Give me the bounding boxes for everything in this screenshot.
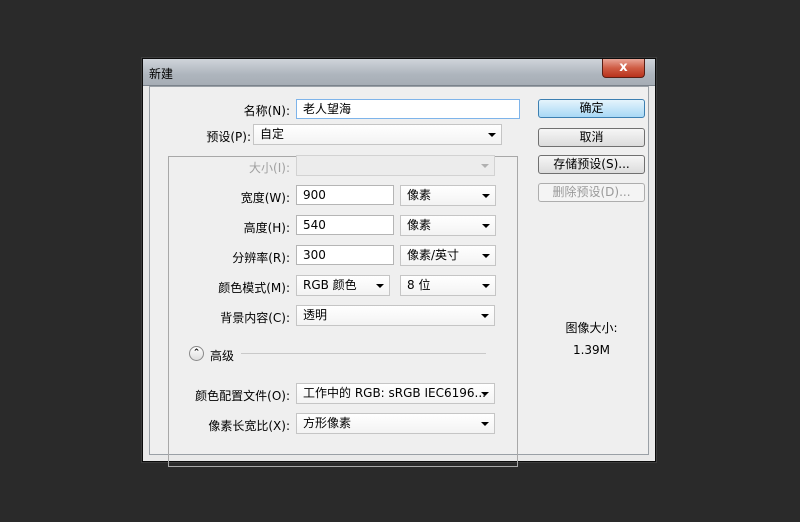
- bit-depth-select[interactable]: 8 位: [400, 275, 496, 296]
- ok-button[interactable]: 确定: [538, 99, 645, 118]
- resolution-label: 分辨率(R):: [232, 251, 290, 265]
- width-unit-select[interactable]: 像素: [400, 185, 496, 206]
- width-input[interactable]: 900: [296, 185, 394, 205]
- resolution-input[interactable]: 300: [296, 245, 394, 265]
- close-icon: x: [619, 60, 628, 75]
- width-label: 宽度(W):: [240, 191, 290, 205]
- bit-depth-value: 8 位: [407, 278, 431, 292]
- new-document-dialog: 新建 x 名称(N): 老人望海 预设(P): 自定 大小(I): 宽度(W):…: [142, 58, 656, 467]
- pixel-aspect-select[interactable]: 方形像素: [296, 413, 495, 434]
- title-bar[interactable]: 新建 x: [143, 59, 655, 86]
- height-unit-select[interactable]: 像素: [400, 215, 496, 236]
- background-select[interactable]: 透明: [296, 305, 495, 326]
- chevron-down-icon: [488, 133, 496, 137]
- color-profile-label: 颜色配置文件(O):: [195, 389, 290, 403]
- chevron-down-icon: [481, 314, 489, 318]
- pixel-aspect-value: 方形像素: [303, 416, 352, 430]
- cancel-button[interactable]: 取消: [538, 128, 645, 147]
- chevron-down-icon: [482, 224, 490, 228]
- color-mode-select[interactable]: RGB 颜色: [296, 275, 390, 296]
- preset-label: 预设(P):: [170, 128, 251, 145]
- pixel-aspect-label: 像素长宽比(X):: [208, 419, 290, 433]
- dialog-title: 新建: [149, 67, 174, 81]
- height-input[interactable]: 540: [296, 215, 394, 235]
- chevron-down-icon: [481, 164, 489, 168]
- height-unit-value: 像素: [407, 218, 432, 232]
- chevron-down-icon: [481, 422, 489, 426]
- dialog-client: 名称(N): 老人望海 预设(P): 自定 大小(I): 宽度(W): 900 …: [149, 86, 649, 467]
- resolution-unit-value: 像素/英寸: [407, 248, 460, 262]
- name-input[interactable]: 老人望海: [296, 99, 520, 119]
- chevron-down-icon: [482, 254, 490, 258]
- resolution-unit-select[interactable]: 像素/英寸: [400, 245, 496, 266]
- chevron-down-icon: [482, 194, 490, 198]
- preset-select[interactable]: 自定: [253, 124, 502, 145]
- name-label: 名称(N):: [243, 104, 290, 118]
- size-label: 大小(I):: [249, 161, 290, 175]
- preset-select-value: 自定: [260, 127, 285, 141]
- advanced-label[interactable]: 高级: [210, 347, 234, 364]
- image-size-label: 图像大小:: [565, 321, 618, 335]
- image-size-value: 1.39M: [572, 343, 611, 357]
- width-unit-value: 像素: [407, 188, 432, 202]
- background-value: 透明: [303, 308, 328, 322]
- color-profile-value: 工作中的 RGB: sRGB IEC6196...: [303, 386, 486, 400]
- delete-preset-button: 删除预设(D)...: [538, 183, 645, 202]
- color-mode-label: 颜色模式(M):: [218, 281, 290, 295]
- background-label: 背景内容(C):: [220, 311, 290, 325]
- chevron-down-icon: [481, 392, 489, 396]
- save-preset-button[interactable]: 存储预设(S)...: [538, 155, 645, 174]
- height-label: 高度(H):: [243, 221, 290, 235]
- chevron-down-icon: [482, 284, 490, 288]
- color-mode-value: RGB 颜色: [303, 278, 357, 292]
- color-profile-select[interactable]: 工作中的 RGB: sRGB IEC6196...: [296, 383, 495, 404]
- chevron-down-icon: [376, 284, 384, 288]
- advanced-divider: [241, 353, 486, 354]
- chevron-up-double-icon[interactable]: ⌃: [189, 346, 204, 361]
- close-button[interactable]: x: [602, 59, 645, 78]
- size-select: [296, 155, 495, 176]
